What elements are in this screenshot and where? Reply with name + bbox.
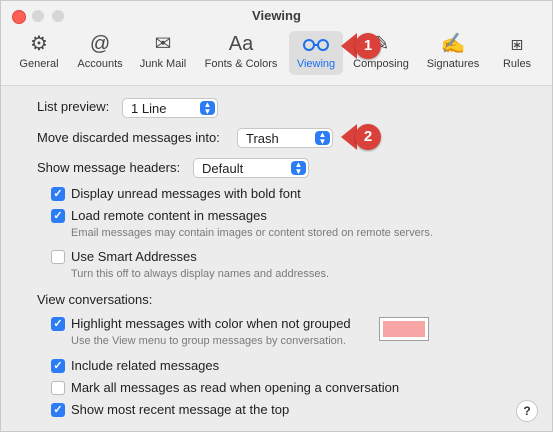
highlight-color-well[interactable] — [379, 317, 429, 341]
show-headers-select[interactable]: Default ▲ ▼ — [193, 158, 309, 178]
most-recent-top-label: Show most recent message at the top — [71, 402, 290, 417]
smart-addresses-label: Use Smart Addresses — [71, 249, 197, 264]
title-bar: Viewing ⚙ General @ Accounts ✉ Junk Mail… — [1, 1, 552, 86]
preferences-window: Viewing ⚙ General @ Accounts ✉ Junk Mail… — [0, 0, 553, 432]
move-discarded-label: Move discarded messages into: — [37, 130, 220, 145]
junk-mail-icon: ✉ — [154, 33, 172, 55]
list-preview-label: List preview: — [37, 99, 110, 114]
callout-2: 2 — [341, 124, 387, 150]
move-discarded-value: Trash — [246, 131, 279, 146]
tab-accounts[interactable]: @ Accounts — [71, 31, 129, 75]
highlight-label: Highlight messages with color when not g… — [71, 316, 351, 331]
move-discarded-select[interactable]: Trash ▲ ▼ — [237, 128, 333, 148]
tab-fonts-colors-label: Fonts & Colors — [204, 58, 278, 70]
load-remote-checkbox[interactable]: ✓ — [51, 209, 65, 223]
include-related-checkbox[interactable]: ✓ — [51, 359, 65, 373]
load-remote-hint: Email messages may contain images or con… — [71, 227, 433, 239]
tab-general-label: General — [19, 58, 59, 70]
select-chevron-icon: ▲ ▼ — [200, 101, 215, 116]
callout-number: 1 — [355, 33, 381, 59]
tab-general[interactable]: ⚙ General — [13, 31, 65, 75]
rules-icon: ⧆ — [510, 33, 524, 55]
bold-unread-checkbox[interactable]: ✓ — [51, 187, 65, 201]
smart-addresses-checkbox[interactable] — [51, 250, 65, 264]
glasses-icon — [289, 31, 343, 57]
tab-composing-label: Composing — [353, 58, 409, 70]
smart-addresses-hint: Turn this off to always display names an… — [71, 268, 330, 280]
callout-1: 1 — [341, 33, 387, 59]
load-remote-label: Load remote content in messages — [71, 208, 267, 223]
show-headers-value: Default — [202, 161, 244, 176]
view-conversations-label: View conversations: — [37, 292, 153, 307]
at-icon: @ — [89, 33, 111, 55]
mark-read-label: Mark all messages as read when opening a… — [71, 380, 400, 395]
window-title: Viewing — [252, 8, 301, 23]
help-button[interactable]: ? — [516, 400, 538, 422]
highlight-color-swatch — [383, 321, 425, 337]
select-chevron-icon: ▲ ▼ — [291, 161, 306, 176]
tab-signatures[interactable]: ✍ Signatures — [421, 31, 485, 75]
tab-rules[interactable]: ⧆ Rules — [495, 31, 539, 75]
tab-fonts-colors[interactable]: Aa Fonts & Colors — [198, 31, 284, 75]
highlight-hint: Use the View menu to group messages by c… — [71, 335, 346, 347]
tab-junk-mail-label: Junk Mail — [139, 58, 187, 70]
include-related-label: Include related messages — [71, 358, 220, 373]
tab-junk-mail[interactable]: ✉ Junk Mail — [134, 31, 192, 75]
viewing-settings-panel: List preview: 1 Line ▲ ▼ Move discarded m… — [1, 86, 552, 432]
list-preview-select[interactable]: 1 Line ▲ ▼ — [122, 98, 218, 118]
list-preview-value: 1 Line — [131, 101, 167, 116]
most-recent-top-checkbox[interactable]: ✓ — [51, 403, 65, 417]
highlight-checkbox[interactable]: ✓ — [51, 317, 65, 331]
tab-viewing-label: Viewing — [296, 58, 336, 70]
tab-signatures-label: Signatures — [426, 58, 480, 70]
tab-rules-label: Rules — [502, 58, 532, 70]
preferences-toolbar: ⚙ General @ Accounts ✉ Junk Mail Aa Font… — [1, 29, 552, 85]
mark-read-checkbox[interactable] — [51, 381, 65, 395]
gear-icon: ⚙ — [30, 33, 48, 55]
bold-unread-label: Display unread messages with bold font — [71, 186, 301, 201]
fonts-icon: Aa — [228, 33, 254, 55]
show-headers-label: Show message headers: — [37, 160, 181, 175]
tab-viewing[interactable]: Viewing — [289, 31, 343, 75]
signature-icon: ✍ — [440, 33, 466, 55]
select-chevron-icon: ▲ ▼ — [315, 131, 330, 146]
tab-accounts-label: Accounts — [77, 58, 123, 70]
callout-number: 2 — [355, 124, 381, 150]
